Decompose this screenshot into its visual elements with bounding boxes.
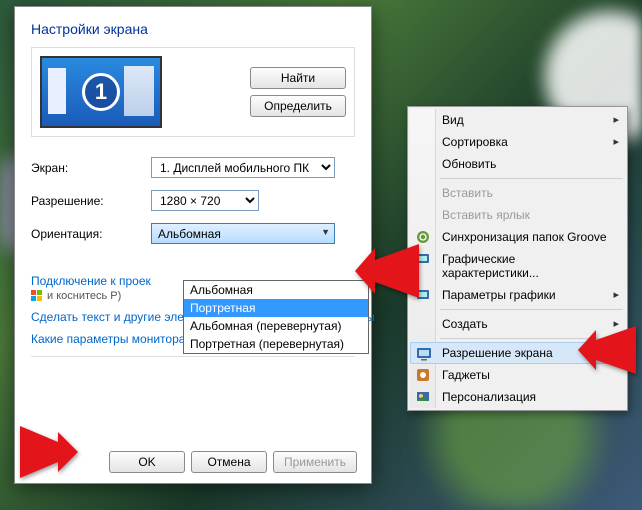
menu-item[interactable]: Обновить (410, 153, 625, 175)
find-button[interactable]: Найти (250, 67, 346, 89)
monitor-number: 1 (82, 73, 120, 111)
orientation-option[interactable]: Портретная (перевернутая) (184, 335, 368, 353)
orientation-label: Ориентация: (31, 227, 151, 241)
menu-item-label: Синхронизация папок Groove (442, 230, 607, 244)
menu-item-label: Обновить (442, 157, 496, 171)
menu-item-label: Сортировка (442, 135, 508, 149)
resolution-select[interactable]: 1280 × 720 (151, 190, 259, 211)
menu-item[interactable]: Вид (410, 109, 625, 131)
gadget-icon (415, 367, 431, 383)
menu-item-label: Вид (442, 113, 464, 127)
sync-icon (415, 229, 431, 245)
resolution-label: Разрешение: (31, 194, 151, 208)
orientation-option[interactable]: Портретная (184, 299, 368, 317)
menu-item-label: Гаджеты (442, 368, 490, 382)
menu-item-label: Создать (442, 317, 488, 331)
menu-item[interactable]: Параметры графики (410, 284, 625, 306)
menu-item: Вставить (410, 182, 625, 204)
screen-settings-dialog: Настройки экрана 1 Найти Определить Экра… (14, 6, 372, 484)
orientation-dropdown-list[interactable]: АльбомнаяПортретнаяАльбомная (перевернут… (183, 280, 369, 354)
orientation-option[interactable]: Альбомная (перевернутая) (184, 317, 368, 335)
menu-item-label: Параметры графики (442, 288, 556, 302)
menu-item[interactable]: Персонализация (410, 386, 625, 408)
screen-select[interactable]: 1. Дисплей мобильного ПК (151, 157, 335, 178)
orientation-option[interactable]: Альбомная (184, 281, 368, 299)
projector-link[interactable]: Подключение к проек (31, 274, 151, 288)
screen-icon (416, 346, 432, 362)
windows-key-icon (31, 290, 43, 302)
menu-item: Вставить ярлык (410, 204, 625, 226)
display-preview-area: 1 Найти Определить (31, 47, 355, 137)
menu-item[interactable]: Графические характеристики... (410, 248, 625, 284)
menu-item-label: Графические характеристики... (442, 252, 539, 280)
screen-label: Экран: (31, 161, 151, 175)
separator (31, 356, 355, 357)
menu-separator (440, 309, 623, 310)
menu-item-label: Персонализация (442, 390, 536, 404)
menu-item-label: Вставить ярлык (442, 208, 530, 222)
detect-button[interactable]: Определить (250, 95, 346, 117)
dialog-title: Настройки экрана (31, 21, 355, 37)
menu-item-label: Вставить (442, 186, 493, 200)
menu-item[interactable]: Синхронизация папок Groove (410, 226, 625, 248)
cancel-button[interactable]: Отмена (191, 451, 267, 473)
menu-item[interactable]: Сортировка (410, 131, 625, 153)
apply-button[interactable]: Применить (273, 451, 357, 473)
orientation-select[interactable]: Альбомная (151, 223, 335, 244)
pers-icon (415, 389, 431, 405)
menu-item-label: Разрешение экрана (442, 346, 553, 360)
monitor-thumbnail[interactable]: 1 (40, 56, 162, 128)
menu-separator (440, 178, 623, 179)
ok-button[interactable]: OK (109, 451, 185, 473)
